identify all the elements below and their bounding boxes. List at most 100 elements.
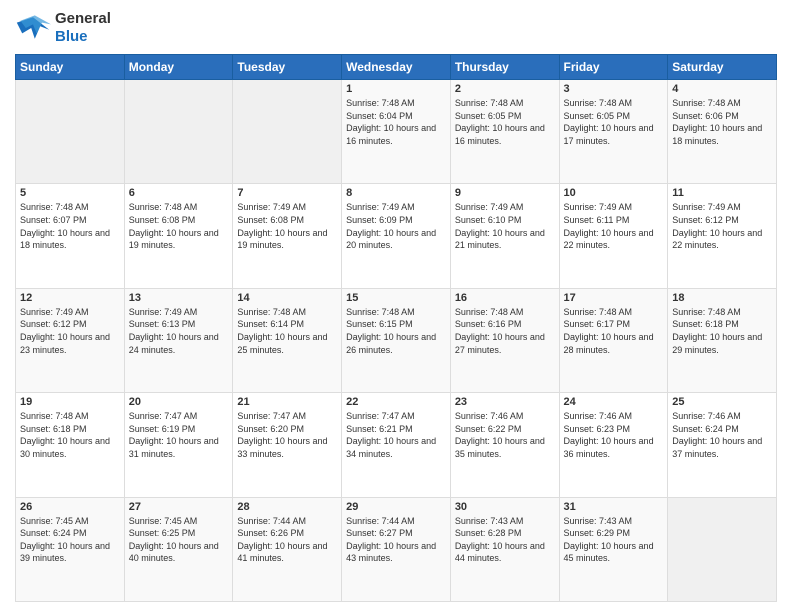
calendar-cell: 4 Sunrise: 7:48 AMSunset: 6:06 PMDaylight… [668, 80, 777, 184]
cell-details: Sunrise: 7:48 AMSunset: 6:14 PMDaylight:… [237, 306, 337, 356]
day-number: 12 [20, 292, 120, 304]
day-number: 13 [129, 292, 229, 304]
cell-details: Sunrise: 7:49 AMSunset: 6:13 PMDaylight:… [129, 306, 229, 356]
cell-details: Sunrise: 7:49 AMSunset: 6:09 PMDaylight:… [346, 201, 446, 251]
calendar-cell: 22 Sunrise: 7:47 AMSunset: 6:21 PMDayligh… [342, 393, 451, 497]
cell-details: Sunrise: 7:48 AMSunset: 6:06 PMDaylight:… [672, 97, 772, 147]
calendar-cell: 27Sunrise: 7:45 AMSunset: 6:25 PMDayligh… [124, 497, 233, 601]
day-number: 14 [237, 292, 337, 304]
cell-details: Sunrise: 7:48 AMSunset: 6:05 PMDaylight:… [564, 97, 664, 147]
cell-details: Sunrise: 7:48 AMSunset: 6:07 PMDaylight:… [20, 201, 120, 251]
day-number: 8 [346, 187, 446, 199]
day-number: 23 [455, 396, 555, 408]
day-number: 4 [672, 83, 772, 95]
day-number: 20 [129, 396, 229, 408]
cell-details: Sunrise: 7:47 AMSunset: 6:21 PMDaylight:… [346, 410, 446, 460]
day-number: 6 [129, 187, 229, 199]
day-number: 17 [564, 292, 664, 304]
day-number: 18 [672, 292, 772, 304]
cell-details: Sunrise: 7:49 AMSunset: 6:11 PMDaylight:… [564, 201, 664, 251]
header: General Blue [15, 10, 777, 46]
day-number: 11 [672, 187, 772, 199]
day-number: 7 [237, 187, 337, 199]
day-header-saturday: Saturday [668, 55, 777, 80]
day-header-monday: Monday [124, 55, 233, 80]
calendar-cell: 19 Sunrise: 7:48 AMSunset: 6:18 PMDayligh… [16, 393, 125, 497]
cell-details: Sunrise: 7:48 AMSunset: 6:17 PMDaylight:… [564, 306, 664, 356]
day-number: 19 [20, 396, 120, 408]
day-number: 27 [129, 501, 229, 513]
calendar-cell: 25 Sunrise: 7:46 AMSunset: 6:24 PMDayligh… [668, 393, 777, 497]
cell-details: Sunrise: 7:49 AMSunset: 6:12 PMDaylight:… [672, 201, 772, 251]
day-number: 5 [20, 187, 120, 199]
day-number: 10 [564, 187, 664, 199]
calendar-cell: 30 Sunrise: 7:43 AMSunset: 6:28 PMDayligh… [450, 497, 559, 601]
day-number: 28 [237, 501, 337, 513]
calendar-cell: 10 Sunrise: 7:49 AMSunset: 6:11 PMDayligh… [559, 184, 668, 288]
cell-details: Sunrise: 7:43 AMSunset: 6:28 PMDaylight:… [455, 515, 555, 565]
calendar-cell: 2Sunrise: 7:48 AMSunset: 6:05 PMDaylight… [450, 80, 559, 184]
calendar-cell: 1Sunrise: 7:48 AMSunset: 6:04 PMDaylight… [342, 80, 451, 184]
cell-details: Sunrise: 7:49 AMSunset: 6:12 PMDaylight:… [20, 306, 120, 356]
day-number: 31 [564, 501, 664, 513]
day-number: 24 [564, 396, 664, 408]
calendar-cell: 6 Sunrise: 7:48 AMSunset: 6:08 PMDaylight… [124, 184, 233, 288]
day-number: 26 [20, 501, 120, 513]
day-number: 21 [237, 396, 337, 408]
calendar-week-1: 1Sunrise: 7:48 AMSunset: 6:04 PMDaylight… [16, 80, 777, 184]
logo-text: General Blue [55, 10, 111, 46]
cell-details: Sunrise: 7:48 AMSunset: 6:16 PMDaylight:… [455, 306, 555, 356]
calendar-cell: 14 Sunrise: 7:48 AMSunset: 6:14 PMDayligh… [233, 288, 342, 392]
cell-details: Sunrise: 7:44 AMSunset: 6:27 PMDaylight:… [346, 515, 446, 565]
cell-details: Sunrise: 7:47 AMSunset: 6:19 PMDaylight:… [129, 410, 229, 460]
cell-details: Sunrise: 7:49 AMSunset: 6:08 PMDaylight:… [237, 201, 337, 251]
cell-details: Sunrise: 7:48 AMSunset: 6:08 PMDaylight:… [129, 201, 229, 251]
calendar-cell: 15 Sunrise: 7:48 AMSunset: 6:15 PMDayligh… [342, 288, 451, 392]
calendar-cell: 24Sunrise: 7:46 AMSunset: 6:23 PMDayligh… [559, 393, 668, 497]
calendar-cell: 17 Sunrise: 7:48 AMSunset: 6:17 PMDayligh… [559, 288, 668, 392]
day-number: 22 [346, 396, 446, 408]
logo: General Blue [15, 10, 111, 46]
calendar-cell: 31Sunrise: 7:43 AMSunset: 6:29 PMDayligh… [559, 497, 668, 601]
calendar-cell: 26 Sunrise: 7:45 AMSunset: 6:24 PMDayligh… [16, 497, 125, 601]
day-number: 25 [672, 396, 772, 408]
calendar-cell: 11 Sunrise: 7:49 AMSunset: 6:12 PMDayligh… [668, 184, 777, 288]
day-header-thursday: Thursday [450, 55, 559, 80]
day-number: 30 [455, 501, 555, 513]
calendar-cell: 16 Sunrise: 7:48 AMSunset: 6:16 PMDayligh… [450, 288, 559, 392]
page: General Blue SundayMondayTuesdayWednesda… [0, 0, 792, 612]
calendar-cell: 23 Sunrise: 7:46 AMSunset: 6:22 PMDayligh… [450, 393, 559, 497]
calendar-cell [124, 80, 233, 184]
cell-details: Sunrise: 7:47 AMSunset: 6:20 PMDaylight:… [237, 410, 337, 460]
cell-details: Sunrise: 7:44 AMSunset: 6:26 PMDaylight:… [237, 515, 337, 565]
calendar-table: SundayMondayTuesdayWednesdayThursdayFrid… [15, 54, 777, 602]
calendar-week-3: 12 Sunrise: 7:49 AMSunset: 6:12 PMDayligh… [16, 288, 777, 392]
calendar-cell: 20 Sunrise: 7:47 AMSunset: 6:19 PMDayligh… [124, 393, 233, 497]
cell-details: Sunrise: 7:45 AMSunset: 6:24 PMDaylight:… [20, 515, 120, 565]
cell-details: Sunrise: 7:48 AMSunset: 6:18 PMDaylight:… [20, 410, 120, 460]
day-header-wednesday: Wednesday [342, 55, 451, 80]
cell-details: Sunrise: 7:46 AMSunset: 6:22 PMDaylight:… [455, 410, 555, 460]
calendar-cell: 18Sunrise: 7:48 AMSunset: 6:18 PMDayligh… [668, 288, 777, 392]
day-number: 29 [346, 501, 446, 513]
calendar-cell: 12 Sunrise: 7:49 AMSunset: 6:12 PMDayligh… [16, 288, 125, 392]
calendar-cell: 8 Sunrise: 7:49 AMSunset: 6:09 PMDaylight… [342, 184, 451, 288]
day-number: 15 [346, 292, 446, 304]
day-number: 9 [455, 187, 555, 199]
cell-details: Sunrise: 7:49 AMSunset: 6:10 PMDaylight:… [455, 201, 555, 251]
cell-details: Sunrise: 7:46 AMSunset: 6:24 PMDaylight:… [672, 410, 772, 460]
cell-details: Sunrise: 7:48 AMSunset: 6:15 PMDaylight:… [346, 306, 446, 356]
calendar-cell: 28 Sunrise: 7:44 AMSunset: 6:26 PMDayligh… [233, 497, 342, 601]
day-number: 1 [346, 83, 446, 95]
day-number: 16 [455, 292, 555, 304]
calendar-cell [16, 80, 125, 184]
day-number: 2 [455, 83, 555, 95]
calendar-cell: 5 Sunrise: 7:48 AMSunset: 6:07 PMDaylight… [16, 184, 125, 288]
logo-icon [15, 13, 51, 43]
calendar-cell: 21 Sunrise: 7:47 AMSunset: 6:20 PMDayligh… [233, 393, 342, 497]
calendar-cell: 7 Sunrise: 7:49 AMSunset: 6:08 PMDaylight… [233, 184, 342, 288]
calendar-cell [668, 497, 777, 601]
calendar-cell [233, 80, 342, 184]
calendar-cell: 9 Sunrise: 7:49 AMSunset: 6:10 PMDaylight… [450, 184, 559, 288]
day-header-friday: Friday [559, 55, 668, 80]
